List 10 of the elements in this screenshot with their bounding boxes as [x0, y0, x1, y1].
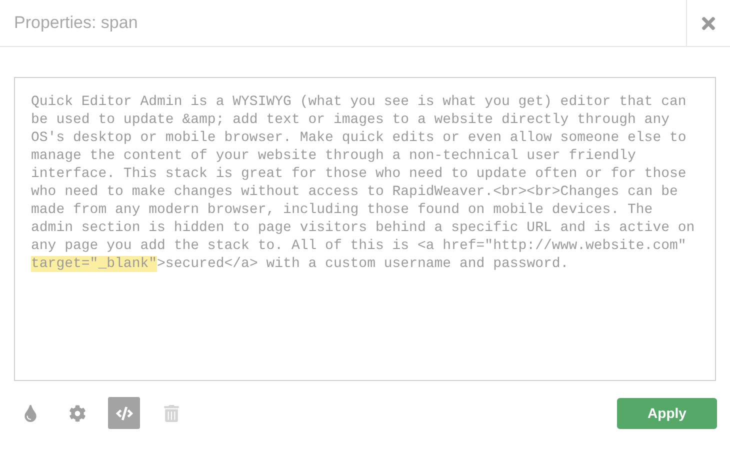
selected-text: target="_blank"	[31, 256, 158, 272]
editor-text: Quick Editor Admin is a WYSIWYG (what you see is what you get) editor that can be used to update &amp; add text or images to a website directly through any OS's desktop or mobile browser. Make quick edits or even allow someone else to manage the content of your website through a non-technical user friendly interface. This stack is great for those who need to update often or for those who need to make changes without access to RapidWeaver.<br><br>Changes can be made from any modern browser, including those found on mobile devices. The admin section is hidden to page visitors behind a specific URL and is active on any page you add the stack to. All of this is <a href="http://www.website.com" target="_blank">secured</a> with a custom username and password.	[31, 93, 696, 273]
code-editor[interactable]	[14, 77, 716, 381]
code-view-button[interactable]	[108, 397, 140, 429]
drop-icon	[22, 404, 38, 422]
code-icon	[116, 404, 132, 422]
settings-icon	[68, 404, 86, 422]
window-title: Properties: span	[13, 12, 139, 34]
apply-button[interactable]: Apply	[617, 398, 717, 428]
trash-icon	[162, 404, 180, 422]
